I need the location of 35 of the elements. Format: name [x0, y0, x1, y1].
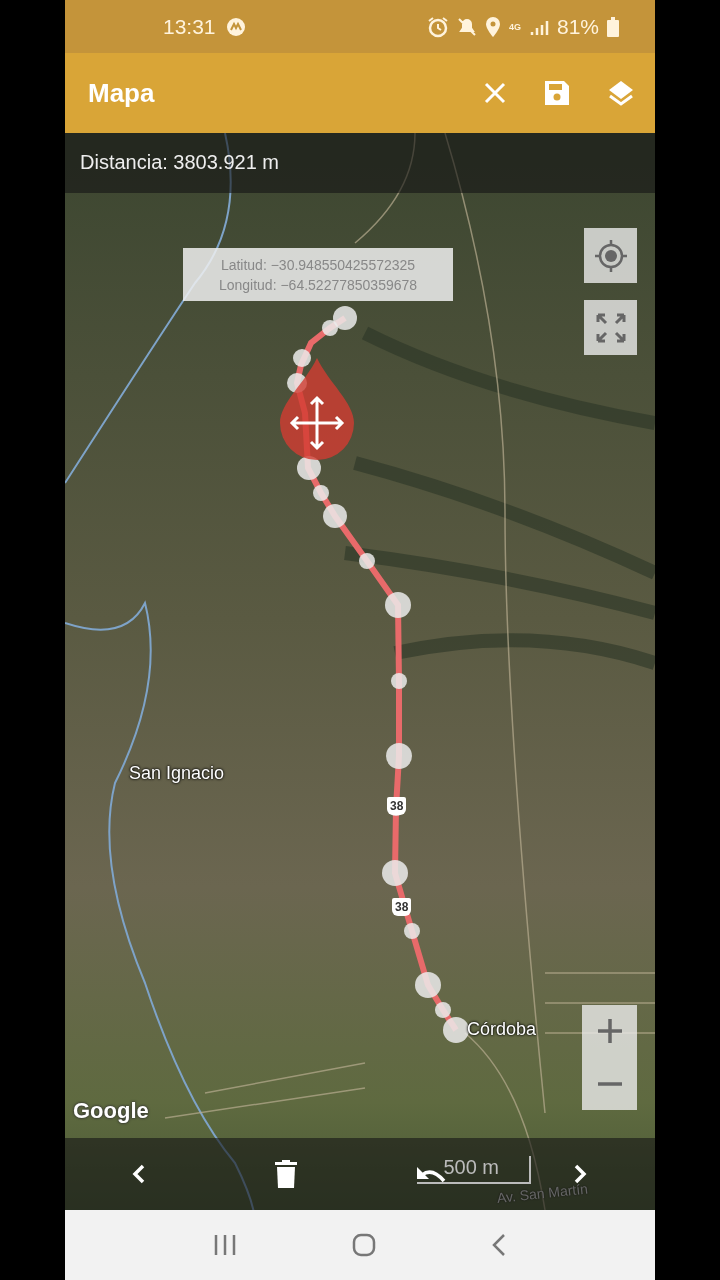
- map-attribution: Google: [73, 1098, 149, 1124]
- close-button[interactable]: [483, 81, 507, 105]
- coordinate-text: Longitud: −64.52277850359678: [218, 276, 418, 293]
- previous-button[interactable]: [132, 1164, 146, 1184]
- home-button[interactable]: [352, 1233, 376, 1257]
- minus-icon: [596, 1080, 623, 1087]
- status-time: 13:31: [163, 14, 216, 39]
- scale-text: 500 m: [443, 1156, 499, 1179]
- fullscreen-icon: [594, 311, 627, 344]
- my-location-button[interactable]: [584, 228, 637, 283]
- alarm-icon: [426, 15, 449, 38]
- save-button[interactable]: [543, 79, 571, 107]
- location-icon: [484, 15, 501, 38]
- plus-icon: [596, 1018, 623, 1045]
- satellite-map-drawing[interactable]: [65, 133, 655, 1210]
- recent-apps-button[interactable]: [212, 1233, 237, 1257]
- route-shield: 38: [392, 898, 412, 916]
- messenger-icon: [225, 16, 246, 37]
- route-shield: 38: [387, 797, 407, 815]
- mute-icon: [456, 16, 477, 37]
- place-label: Córdoba: [467, 1019, 537, 1040]
- distance-text: Distancia: 3803.921 m: [80, 151, 279, 174]
- crosshair-icon: [593, 238, 628, 273]
- place-label: San Ignacio: [129, 763, 225, 784]
- network-type: 4G: [508, 21, 521, 32]
- street-label: Av. San Martín: [496, 1180, 589, 1206]
- delete-button[interactable]: [275, 1160, 297, 1188]
- screen-title: Mapa: [88, 77, 156, 109]
- coordinate-text: Latitud: −30.948550425572325: [220, 256, 416, 273]
- battery-percent: 81%: [556, 14, 599, 39]
- layers-button[interactable]: [607, 79, 635, 107]
- back-button[interactable]: [491, 1233, 508, 1257]
- next-button[interactable]: [573, 1164, 587, 1184]
- fullscreen-button[interactable]: [584, 300, 637, 355]
- battery-icon: [607, 16, 619, 37]
